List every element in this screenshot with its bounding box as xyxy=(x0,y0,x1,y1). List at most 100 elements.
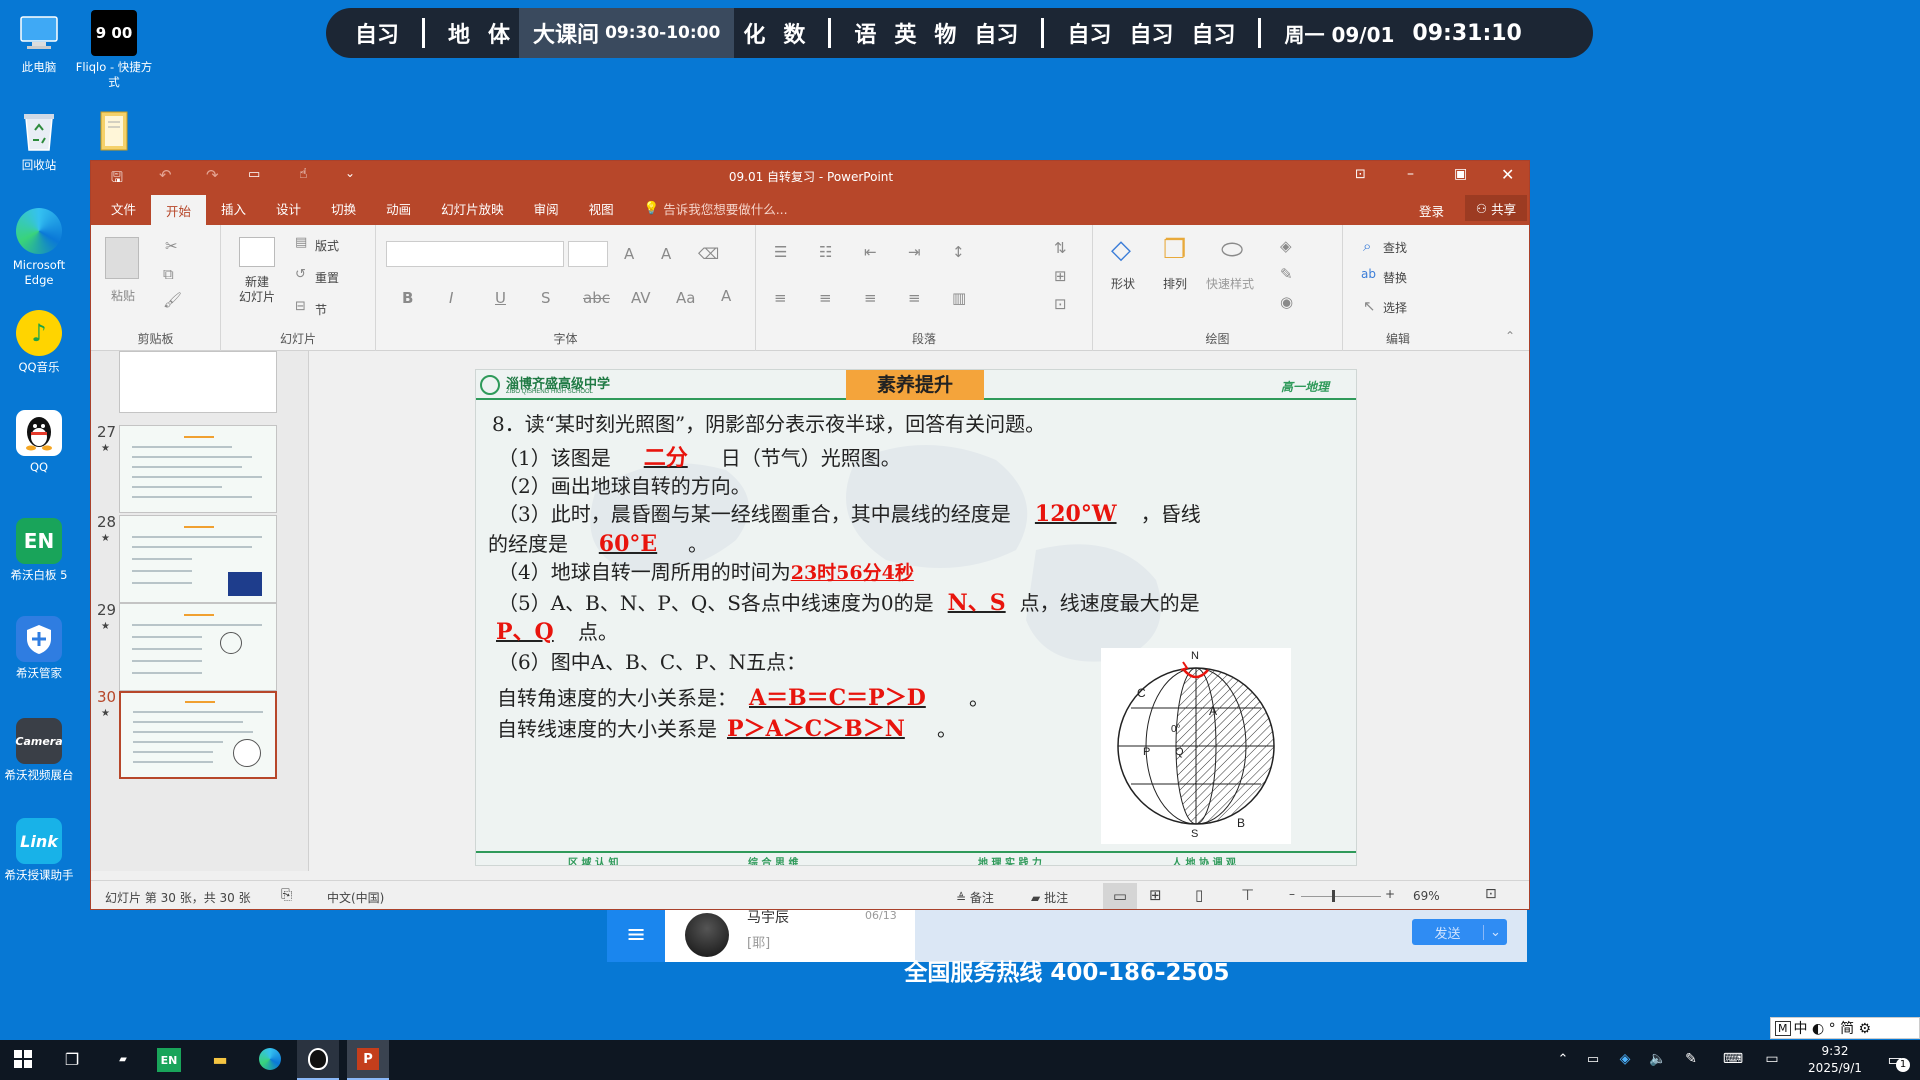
desktop-icon-qq[interactable]: QQ xyxy=(0,410,78,475)
zoom-out-icon[interactable]: – xyxy=(1289,887,1295,901)
desktop-icon-seewo-camera[interactable]: Camera 希沃视频展台 xyxy=(0,718,78,783)
fit-to-window-icon[interactable]: ⊡ xyxy=(1485,886,1497,902)
paste-icon[interactable] xyxy=(105,237,139,279)
change-case-icon[interactable]: Aa xyxy=(676,289,695,307)
columns-icon[interactable]: ▥ xyxy=(952,289,966,307)
desktop-icon-seewo-manager[interactable]: 希沃管家 xyxy=(0,616,78,681)
start-icon[interactable] xyxy=(8,1044,38,1074)
qq-taskbar-icon[interactable] xyxy=(297,1040,339,1080)
sign-in-link[interactable]: 登录 xyxy=(1419,201,1444,220)
slideshow-icon[interactable]: ⊤ xyxy=(1241,886,1254,904)
clock[interactable]: 9:32 2025/9/1 xyxy=(1800,1043,1870,1077)
section-icon[interactable]: ⊟ xyxy=(295,299,306,314)
layout-icon[interactable]: ▤ xyxy=(295,235,307,250)
comments-button[interactable]: ▰ 批注 xyxy=(1031,889,1068,906)
tab-slideshow[interactable]: 幻灯片放映 xyxy=(426,191,519,225)
shape-outline-icon[interactable]: ✎ xyxy=(1280,265,1293,283)
desktop-icon-seewo-link[interactable]: Link 希沃授课助手 xyxy=(0,818,78,883)
language-indicator[interactable]: 中文(中国) xyxy=(327,889,384,906)
edge-taskbar-icon[interactable] xyxy=(255,1044,285,1074)
line-spacing-icon[interactable]: ↕ xyxy=(952,243,965,261)
replace-button[interactable]: 替换 xyxy=(1383,269,1407,286)
shadow-icon[interactable]: S xyxy=(541,289,551,307)
spell-check-icon[interactable]: ⎘ xyxy=(281,887,292,903)
undo-icon[interactable]: ↶ xyxy=(159,166,172,184)
layout-button[interactable]: 版式 xyxy=(315,237,339,254)
tab-view[interactable]: 视图 xyxy=(574,191,629,225)
zoom-slider[interactable] xyxy=(1301,896,1381,897)
arrange-button[interactable]: 排列 xyxy=(1163,275,1187,292)
spacing-icon[interactable]: AV xyxy=(631,289,651,307)
clear-format-icon[interactable]: ⌫ xyxy=(698,245,719,263)
security-icon[interactable]: ◈ xyxy=(1610,1044,1640,1074)
tab-transitions[interactable]: 切换 xyxy=(316,191,371,225)
tab-file[interactable]: 文件 xyxy=(96,191,151,225)
desktop-icon-qq-music[interactable]: ♪ QQ音乐 xyxy=(0,310,78,375)
desktop-icon-fliqlo[interactable]: 9 00 Fliqlo - 快捷方式 xyxy=(75,10,153,90)
minimize-icon[interactable]: – xyxy=(1407,166,1414,182)
font-color-icon[interactable]: A xyxy=(721,287,731,305)
slide-thumbnail[interactable] xyxy=(119,603,277,691)
font-size-field[interactable] xyxy=(568,241,608,267)
section-button[interactable]: 节 xyxy=(315,301,327,318)
new-slide-icon[interactable] xyxy=(239,237,275,267)
cut-icon[interactable]: ✂ xyxy=(165,237,178,255)
find-button[interactable]: 查找 xyxy=(1383,239,1407,256)
notes-button[interactable]: ≜ 备注 xyxy=(956,889,994,906)
volume-icon[interactable]: 🔈 xyxy=(1643,1044,1673,1074)
underline-icon[interactable]: U xyxy=(495,289,506,307)
copy-icon[interactable]: ⧉ xyxy=(163,265,174,283)
shapes-button[interactable]: 形状 xyxy=(1111,275,1135,292)
customize-toolbar-icon[interactable]: ⌄ xyxy=(345,166,355,180)
slide-thumbnail[interactable] xyxy=(119,515,277,603)
tab-review[interactable]: 审阅 xyxy=(519,191,574,225)
display-icon[interactable]: ▭ xyxy=(1757,1044,1787,1074)
slide-thumbnail[interactable] xyxy=(119,351,277,413)
shape-fill-icon[interactable]: ◈ xyxy=(1280,237,1292,255)
align-text-icon[interactable]: ⊞ xyxy=(1054,267,1067,285)
slide-thumbnail[interactable] xyxy=(119,425,277,513)
align-right-icon[interactable]: ≡ xyxy=(864,289,877,307)
slide-canvas[interactable]: 淄博齐盛高级中学 ZIBO QISHENG HIGH SCHOOL 素养提升 高… xyxy=(475,369,1357,866)
select-button[interactable]: 选择 xyxy=(1383,299,1407,316)
zoom-in-icon[interactable]: + xyxy=(1385,887,1395,901)
ribbon-display-icon[interactable]: ⊡ xyxy=(1355,167,1366,182)
quick-styles-button[interactable]: 快速样式 xyxy=(1206,275,1254,292)
reset-icon[interactable]: ↺ xyxy=(295,267,306,282)
decrease-font-icon[interactable]: A xyxy=(661,245,671,263)
reset-button[interactable]: 重置 xyxy=(315,269,339,286)
decrease-indent-icon[interactable]: ⇤ xyxy=(864,243,877,261)
chevron-down-icon[interactable]: ⌄ xyxy=(1483,924,1507,940)
start-from-beginning-icon[interactable]: ▭ xyxy=(248,167,260,182)
task-view-icon[interactable]: ❐ xyxy=(57,1044,87,1074)
touch-mode-icon[interactable]: ☝ xyxy=(299,166,308,182)
new-slide-button[interactable]: 新建 幻灯片 xyxy=(239,275,275,305)
italic-icon[interactable]: I xyxy=(449,289,453,307)
zoom-level[interactable]: 69% xyxy=(1413,889,1440,903)
desktop-icon-recycle-bin[interactable]: 回收站 xyxy=(0,108,78,173)
desktop-icon-seewo-board[interactable]: EN 希沃白板 5 xyxy=(0,518,78,583)
bullets-icon[interactable]: ☰ xyxy=(774,243,787,261)
ime-toolbar[interactable]: M 中 ◐ ° 简 ⚙ xyxy=(1770,1017,1920,1039)
align-left-icon[interactable]: ≡ xyxy=(774,289,787,307)
paste-button[interactable]: 粘贴 xyxy=(111,287,135,304)
bold-icon[interactable]: B xyxy=(402,289,413,307)
powerpoint-taskbar-icon[interactable]: P xyxy=(347,1040,389,1080)
find-icon[interactable]: ⌕ xyxy=(1363,237,1371,255)
slide-thumbnail-selected[interactable] xyxy=(119,691,277,779)
text-direction-icon[interactable]: ⇅ xyxy=(1054,239,1067,257)
smartart-icon[interactable]: ⊡ xyxy=(1054,295,1067,313)
replace-icon[interactable]: ab xyxy=(1361,267,1376,281)
pen-icon[interactable]: ✎ xyxy=(1676,1044,1706,1074)
zoom-slider-thumb[interactable] xyxy=(1332,890,1335,902)
desktop-icon-computer[interactable]: 此电脑 xyxy=(0,10,78,75)
shape-effects-icon[interactable]: ◉ xyxy=(1280,293,1293,311)
collapse-ribbon-icon[interactable]: ⌃ xyxy=(1505,329,1515,343)
chevron-up-icon[interactable]: ⌃ xyxy=(1548,1044,1578,1074)
close-icon[interactable]: ✕ xyxy=(1501,165,1514,184)
strikethrough-icon[interactable]: abc xyxy=(583,289,610,307)
network-icon[interactable]: ▭ xyxy=(1578,1044,1608,1074)
share-button[interactable]: ⚇ 共享 xyxy=(1465,195,1527,221)
tab-insert[interactable]: 插入 xyxy=(206,191,261,225)
increase-font-icon[interactable]: A xyxy=(624,245,634,263)
